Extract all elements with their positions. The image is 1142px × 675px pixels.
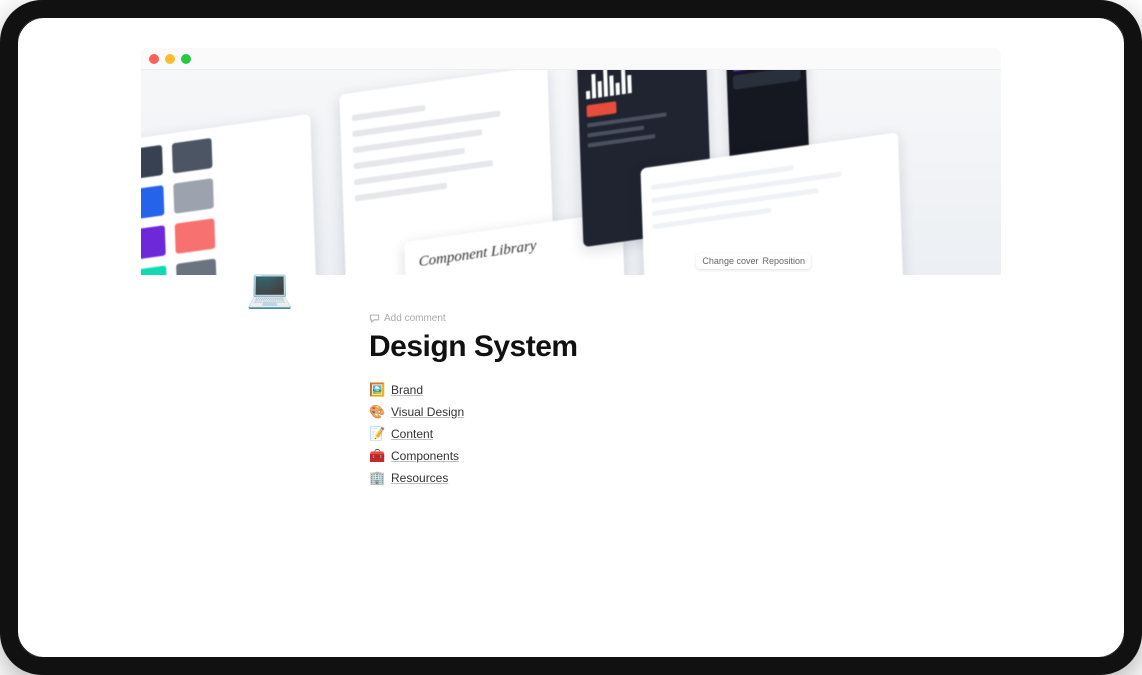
link-visual-design[interactable]: 🎨 Visual Design: [369, 404, 1001, 420]
add-comment-label: Add comment: [384, 313, 446, 324]
swatch-grey2: [176, 258, 217, 275]
cover-actions: Change cover Reposition: [696, 253, 811, 269]
comment-icon: [369, 313, 380, 324]
swatch-blue: [141, 185, 164, 221]
link-label: Components: [391, 449, 459, 463]
cover-artwork: Component Library: [141, 70, 1001, 275]
swatch-coral: [175, 218, 216, 254]
link-content[interactable]: 📝 Content: [369, 426, 1001, 442]
swatch-dark2: [172, 138, 213, 174]
link-label: Brand: [391, 383, 423, 397]
link-label: Content: [391, 427, 433, 441]
change-cover-button[interactable]: Change cover: [702, 256, 758, 266]
swatch-purple: [141, 225, 166, 261]
swatch-dark: [141, 145, 163, 181]
page-icon[interactable]: 💻: [246, 270, 293, 308]
window-zoom-icon[interactable]: [181, 54, 191, 64]
window-minimize-icon[interactable]: [165, 54, 175, 64]
reposition-button[interactable]: Reposition: [762, 256, 805, 266]
brand-icon: 🖼️: [369, 382, 385, 398]
page-title: Design System: [369, 330, 1001, 364]
link-label: Visual Design: [391, 405, 464, 419]
page-cover[interactable]: Component Library: [141, 70, 1001, 275]
link-label: Resources: [391, 471, 448, 485]
link-resources[interactable]: 🏢 Resources: [369, 470, 1001, 486]
link-components[interactable]: 🧰 Components: [369, 448, 1001, 464]
swatch-teal: [141, 265, 167, 275]
device-frame: Component Library: [0, 0, 1142, 675]
toolbox-icon: 🧰: [369, 448, 385, 464]
cover-swatch-card: [141, 114, 318, 275]
app-window: Component Library: [141, 48, 1001, 486]
window-titlebar: [141, 48, 1001, 70]
page-links: 🖼️ Brand 🎨 Visual Design 📝 Content 🧰 Com…: [369, 382, 1001, 486]
note-icon: 📝: [369, 426, 385, 442]
palette-icon: 🎨: [369, 404, 385, 420]
screen-content: Component Library: [18, 18, 1124, 657]
window-close-icon[interactable]: [149, 54, 159, 64]
building-icon: 🏢: [369, 470, 385, 486]
add-comment-button[interactable]: Add comment: [369, 313, 446, 324]
swatch-grey: [173, 178, 214, 214]
link-brand[interactable]: 🖼️ Brand: [369, 382, 1001, 398]
